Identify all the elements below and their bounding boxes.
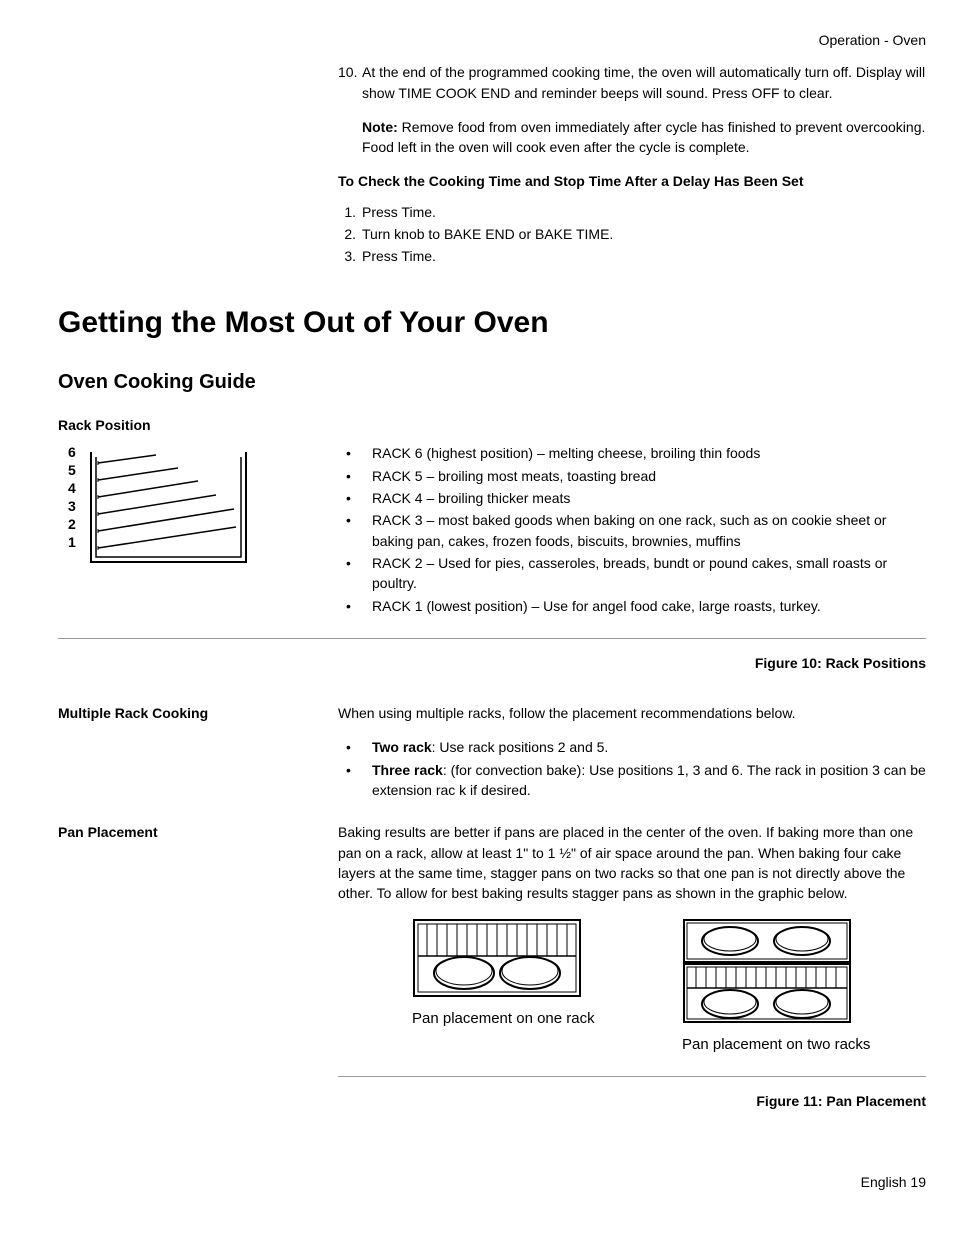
subsection-heading: Oven Cooking Guide — [58, 368, 926, 397]
rack-bullet: RACK 3 – most baked goods when baking on… — [338, 510, 926, 551]
check-heading: To Check the Cooking Time and Stop Time … — [338, 171, 926, 191]
header-breadcrumb: Operation - Oven — [58, 30, 926, 50]
rack-label-3: 3 — [68, 497, 76, 515]
multiple-rack-label: Multiple Rack Cooking — [58, 703, 338, 723]
pan-two-racks-caption: Pan placement on two racks — [682, 1035, 872, 1055]
one-rack-diagram-icon — [412, 918, 582, 998]
multiple-rack-content: When using multiple racks, follow the pl… — [338, 703, 926, 802]
check-step: 3.Press Time. — [338, 246, 926, 266]
multiple-rack-intro: When using multiple racks, follow the pl… — [338, 703, 926, 723]
rack-bullet: RACK 5 – broiling most meats, toasting b… — [338, 466, 926, 486]
rack-label-1: 1 — [68, 533, 76, 551]
rack-descriptions: RACK 6 (highest position) – melting chee… — [338, 443, 926, 617]
multiple-rack-section: Multiple Rack Cooking When using multipl… — [58, 703, 926, 802]
step-10-note: Note: Remove food from oven immediately … — [362, 117, 926, 158]
note-text: Remove food from oven immediately after … — [362, 119, 925, 155]
three-rack-bullet: Three rack: (for convection bake): Use p… — [338, 760, 926, 801]
rack-bullet: RACK 2 – Used for pies, casseroles, brea… — [338, 553, 926, 594]
pan-placement-section: Pan Placement Baking results are better … — [58, 822, 926, 903]
check-cooking-time-section: To Check the Cooking Time and Stop Time … — [338, 171, 926, 266]
rack-label-4: 4 — [68, 479, 76, 497]
pan-placement-label: Pan Placement — [58, 822, 338, 842]
check-step: 2.Turn knob to BAKE END or BAKE TIME. — [338, 224, 926, 244]
rack-diagram-container: 6 5 4 3 2 1 — [58, 443, 338, 583]
page-footer: English 19 — [58, 1172, 926, 1192]
step-10-block: 10. At the end of the programmed cooking… — [338, 62, 926, 157]
note-label: Note: — [362, 119, 398, 135]
pan-figures-section: Pan placement on one rack — [338, 918, 926, 1078]
pan-one-rack-caption: Pan placement on one rack — [412, 1009, 602, 1029]
rack-label-6: 6 — [68, 443, 76, 461]
main-heading: Getting the Most Out of Your Oven — [58, 301, 926, 345]
rack-bullet: RACK 6 (highest position) – melting chee… — [338, 443, 926, 463]
rack-label-2: 2 — [68, 515, 76, 533]
two-rack-bullet: Two rack: Use rack positions 2 and 5. — [338, 737, 926, 757]
rack-bullet: RACK 1 (lowest position) – Use for angel… — [338, 596, 926, 616]
figure-11-caption: Figure 11: Pan Placement — [58, 1091, 926, 1111]
check-step: 1.Press Time. — [338, 202, 926, 222]
rack-position-heading: Rack Position — [58, 415, 926, 435]
two-racks-diagram-icon — [682, 918, 852, 1024]
pan-figure-one-rack: Pan placement on one rack — [412, 918, 602, 1055]
rack-bullet: RACK 4 – broiling thicker meats — [338, 488, 926, 508]
rack-position-section: 6 5 4 3 2 1 — [58, 443, 926, 638]
rack-diagram-icon — [86, 447, 251, 577]
figure-10-caption: Figure 10: Rack Positions — [58, 653, 926, 673]
step-10: 10. At the end of the programmed cooking… — [338, 62, 926, 103]
step-text: At the end of the programmed cooking tim… — [362, 62, 926, 103]
pan-figure-two-racks: Pan placement on two racks — [682, 918, 872, 1055]
check-steps-list: 1.Press Time. 2.Turn knob to BAKE END or… — [338, 202, 926, 267]
step-number: 10. — [338, 62, 362, 103]
pan-placement-text: Baking results are better if pans are pl… — [338, 822, 926, 903]
rack-label-5: 5 — [68, 461, 76, 479]
